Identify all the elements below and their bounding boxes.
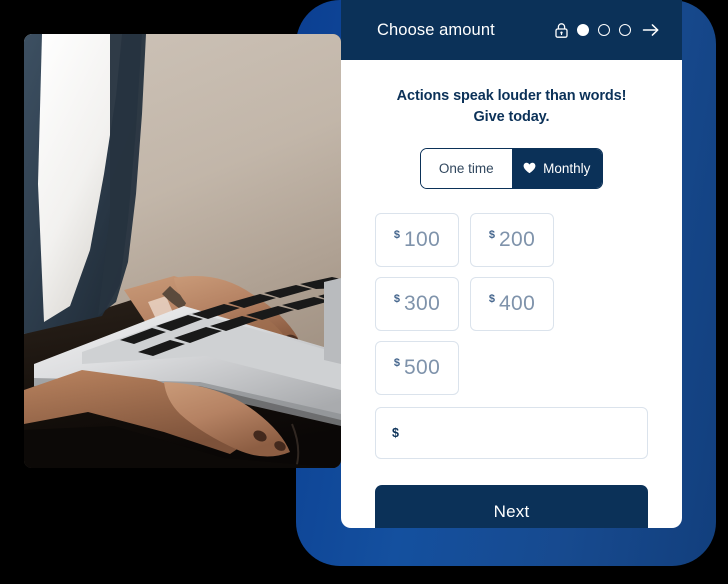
header-controls [555,22,660,38]
hero-photo [24,34,341,468]
currency-symbol: $ [393,292,400,305]
amount-button-300[interactable]: $ 300 [375,276,459,331]
headline-line-1: Actions speak louder than words! [396,88,627,104]
photo-illustration [24,34,341,468]
frequency-option-monthly[interactable]: Monthly [511,148,602,188]
amount-button-500[interactable]: $ 500 [375,340,459,395]
currency-symbol: $ [393,228,400,241]
amount-value: 100 [403,227,441,251]
step-dot-1[interactable] [577,24,589,36]
step-dot-2[interactable] [598,24,610,36]
custom-amount-field[interactable]: $ [375,406,648,459]
frequency-option-one-time[interactable]: One time [421,148,512,188]
card-header: Choose amount [341,0,682,60]
amount-value: 300 [403,291,441,315]
amount-button-200[interactable]: $ 200 [470,212,554,267]
amount-value: 500 [403,355,441,379]
frequency-toggle: One time Monthly [420,147,603,189]
arrow-right-icon[interactable] [640,22,660,38]
card-body: Actions speak louder than words! Give to… [341,60,682,528]
custom-amount-input[interactable] [404,422,631,443]
monthly-label: Monthly [543,160,591,176]
amount-value: 200 [498,227,536,251]
amount-grid: $ 100 $ 200 $ 300 $ 400 $ 500 [375,212,648,395]
amount-button-100[interactable]: $ 100 [375,212,459,267]
currency-symbol: $ [488,228,495,241]
currency-symbol: $ [393,356,400,369]
currency-symbol: $ [392,425,399,440]
next-button[interactable]: Next [375,484,648,528]
donation-form-card: Choose amount Actions speak louder than … [341,0,682,528]
currency-symbol: $ [488,292,495,305]
heart-icon [523,162,536,174]
page-title: Choose amount [377,20,495,39]
headline-line-2: Give today. [473,109,550,126]
amount-value: 400 [498,291,536,315]
one-time-label: One time [438,160,494,176]
step-dot-3[interactable] [619,24,631,36]
headline: Actions speak louder than words! Give to… [375,86,648,129]
lock-icon [555,22,568,38]
screenshot-stage: Choose amount Actions speak louder than … [0,0,728,584]
amount-button-400[interactable]: $ 400 [470,276,554,331]
